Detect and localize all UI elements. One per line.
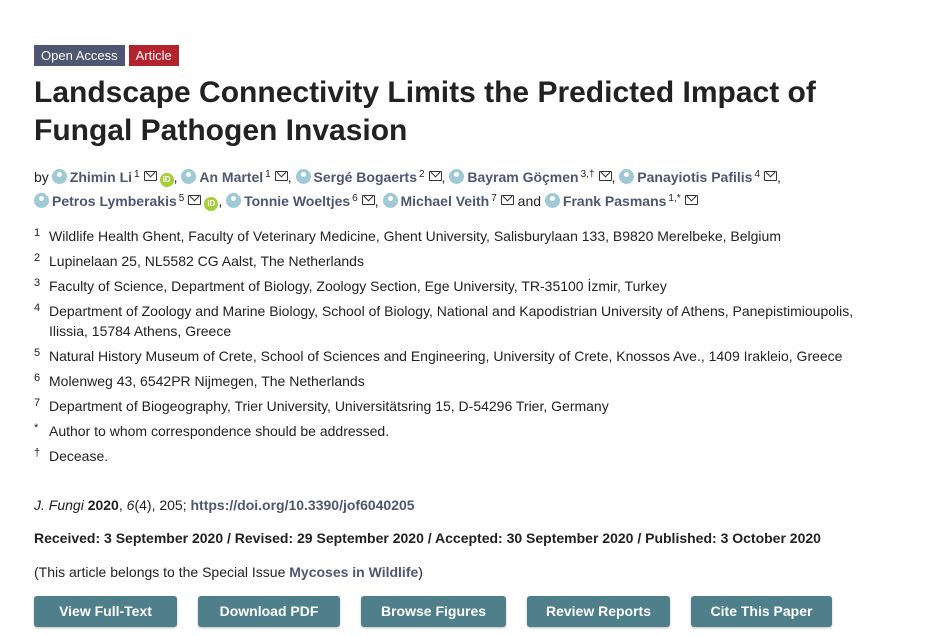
download-pdf-button[interactable]: Download PDF xyxy=(198,596,340,627)
affiliation-text: Natural History Museum of Crete, School … xyxy=(49,348,843,364)
author-name[interactable]: Tonnie Woeltjes xyxy=(244,193,350,209)
author-name[interactable]: Petros Lymberakis xyxy=(52,193,177,209)
author-serg-bogaerts[interactable]: Sergé Bogaerts 2 xyxy=(295,169,442,185)
affiliation-marker: 2 xyxy=(418,169,425,180)
author-name[interactable]: Frank Pasmans xyxy=(563,193,667,209)
affiliation-list: 1 Wildlife Health Ghent, Faculty of Veter… xyxy=(34,226,924,466)
envelope-icon[interactable] xyxy=(684,195,698,205)
affiliation-number: 4 xyxy=(34,302,41,314)
cite-this-paper-button[interactable]: Cite This Paper xyxy=(691,596,832,627)
citation-pages: , 205; xyxy=(151,497,191,513)
affiliation-item: † Decease. xyxy=(34,446,924,466)
publication-dates: Received: 3 September 2020 / Revised: 29… xyxy=(34,530,821,546)
affiliation-item: 6 Molenweg 43, 6542PR Nijmegen, The Nethe… xyxy=(34,371,924,391)
envelope-icon[interactable] xyxy=(274,171,288,181)
review-reports-button[interactable]: Review Reports xyxy=(527,596,670,627)
envelope-icon[interactable] xyxy=(598,171,612,181)
affiliation-item: 1 Wildlife Health Ghent, Faculty of Veter… xyxy=(34,226,924,246)
envelope-icon[interactable] xyxy=(764,171,778,181)
author-name[interactable]: An Martel xyxy=(199,169,263,185)
affiliation-marker: 6 xyxy=(352,193,358,204)
citation-issue: (4) xyxy=(134,497,152,513)
person-icon xyxy=(34,193,49,208)
orcid-icon[interactable]: iD xyxy=(204,197,219,211)
person-icon xyxy=(51,169,67,184)
author-name[interactable]: Sergé Bogaerts xyxy=(314,169,417,185)
envelope-icon[interactable] xyxy=(500,195,514,205)
affiliation-text: Department of Zoology and Marine Biology… xyxy=(49,303,854,339)
affiliation-item: 5 Natural History Museum of Crete, School… xyxy=(34,346,924,366)
person-icon xyxy=(226,193,242,208)
person-icon xyxy=(295,169,311,184)
doi-link[interactable]: https://doi.org/10.3390/jof6040205 xyxy=(190,497,414,513)
author-name[interactable]: Michael Veith xyxy=(401,193,490,209)
affiliation-number: 7 xyxy=(34,397,41,409)
affiliation-marker: 3,† xyxy=(580,169,595,180)
affiliation-number: 6 xyxy=(34,372,41,384)
affiliation-text: Faculty of Science, Department of Biolog… xyxy=(49,278,667,294)
affiliation-marker: 1 xyxy=(265,169,271,180)
open-access-badge[interactable]: Open Access xyxy=(34,45,125,66)
affiliation-marker: 5 xyxy=(178,193,185,204)
affiliation-item: 4 Department of Zoology and Marine Biolog… xyxy=(34,301,924,341)
orcid-icon[interactable]: iD xyxy=(159,173,174,187)
envelope-icon[interactable] xyxy=(361,195,375,205)
person-icon xyxy=(449,169,465,184)
special-issue-link[interactable]: Mycoses in Wildlife xyxy=(289,564,418,580)
badges: Open Access Article xyxy=(34,45,924,66)
affiliation-number: * xyxy=(34,422,39,434)
article-header: Open Access Article Landscape Connectivi… xyxy=(34,45,924,627)
by-label: by xyxy=(34,169,49,185)
browse-figures-button[interactable]: Browse Figures xyxy=(361,596,506,627)
envelope-icon[interactable] xyxy=(143,171,157,181)
affiliation-number: 2 xyxy=(34,252,41,264)
envelope-icon[interactable] xyxy=(188,195,202,205)
affiliation-text: Department of Biogeography, Trier Univer… xyxy=(49,398,609,414)
affiliation-item: 2 Lupinelaan 25, NL5582 CG Aalst, The Net… xyxy=(34,251,924,271)
author-bayram-g-men[interactable]: Bayram Göçmen 3,† xyxy=(449,169,612,185)
affiliation-text: Molenweg 43, 6542PR Nijmegen, The Nether… xyxy=(49,373,365,389)
affiliation-item: 3 Faculty of Science, Department of Biolo… xyxy=(34,276,924,296)
affiliation-text: Author to whom correspondence should be … xyxy=(49,423,390,439)
person-icon xyxy=(619,169,635,184)
affiliation-number: 3 xyxy=(34,277,41,289)
author-michael-veith[interactable]: Michael Veith 7 xyxy=(382,193,514,209)
journal-name: J. Fungi xyxy=(34,497,84,513)
author-name[interactable]: Zhimin Li xyxy=(70,169,132,185)
affiliation-text: Lupinelaan 25, NL5582 CG Aalst, The Neth… xyxy=(49,253,364,269)
article-title: Landscape Connectivity Limits the Predic… xyxy=(34,76,816,147)
affiliation-number: 5 xyxy=(34,347,41,359)
person-icon xyxy=(181,169,197,184)
author-petros-lymberakis[interactable]: Petros Lymberakis 5 iD xyxy=(34,193,219,211)
special-issue-note: (This article belongs to the Special Iss… xyxy=(34,564,423,580)
author-frank-pasmans[interactable]: Frank Pasmans 1,* xyxy=(544,193,698,209)
author-name[interactable]: Bayram Göçmen xyxy=(467,169,578,185)
author-an-martel[interactable]: An Martel 1 xyxy=(181,169,288,185)
author-panayiotis-pafilis[interactable]: Panayiotis Pafilis 4 xyxy=(619,169,778,185)
affiliation-number: 1 xyxy=(34,227,41,239)
author-zhimin-li[interactable]: Zhimin Li 1 iD xyxy=(51,169,174,187)
affiliation-number: † xyxy=(34,447,41,459)
affiliation-marker: 1,* xyxy=(668,193,681,204)
action-buttons: View Full-Text Download PDF Browse Figures… xyxy=(34,596,924,627)
author-name[interactable]: Panayiotis Pafilis xyxy=(637,169,752,185)
affiliation-text: Wildlife Health Ghent, Faculty of Veteri… xyxy=(49,228,781,244)
affiliation-item: 7 Department of Biogeography, Trier Unive… xyxy=(34,396,924,416)
affiliation-text: Decease. xyxy=(49,448,109,464)
envelope-icon[interactable] xyxy=(428,171,442,181)
affiliation-marker: 1 xyxy=(134,169,140,180)
affiliation-item: * Author to whom correspondence should be… xyxy=(34,421,924,441)
citation-year: 2020 xyxy=(87,497,119,513)
person-icon xyxy=(382,193,398,208)
affiliation-marker: 4 xyxy=(754,169,761,180)
and-label: and xyxy=(517,193,542,209)
citation: J. Fungi 2020, 6(4), 205; https://doi.or… xyxy=(34,497,415,513)
author-list: by Zhimin Li 1 iD, An Martel 1, Sergé Bogaer… xyxy=(34,169,781,211)
person-icon xyxy=(544,193,560,208)
view-full-text-button[interactable]: View Full-Text xyxy=(34,596,177,627)
affiliation-marker: 7 xyxy=(491,193,497,204)
author-tonnie-woeltjes[interactable]: Tonnie Woeltjes 6 xyxy=(226,193,375,209)
article-type-badge[interactable]: Article xyxy=(128,45,179,66)
